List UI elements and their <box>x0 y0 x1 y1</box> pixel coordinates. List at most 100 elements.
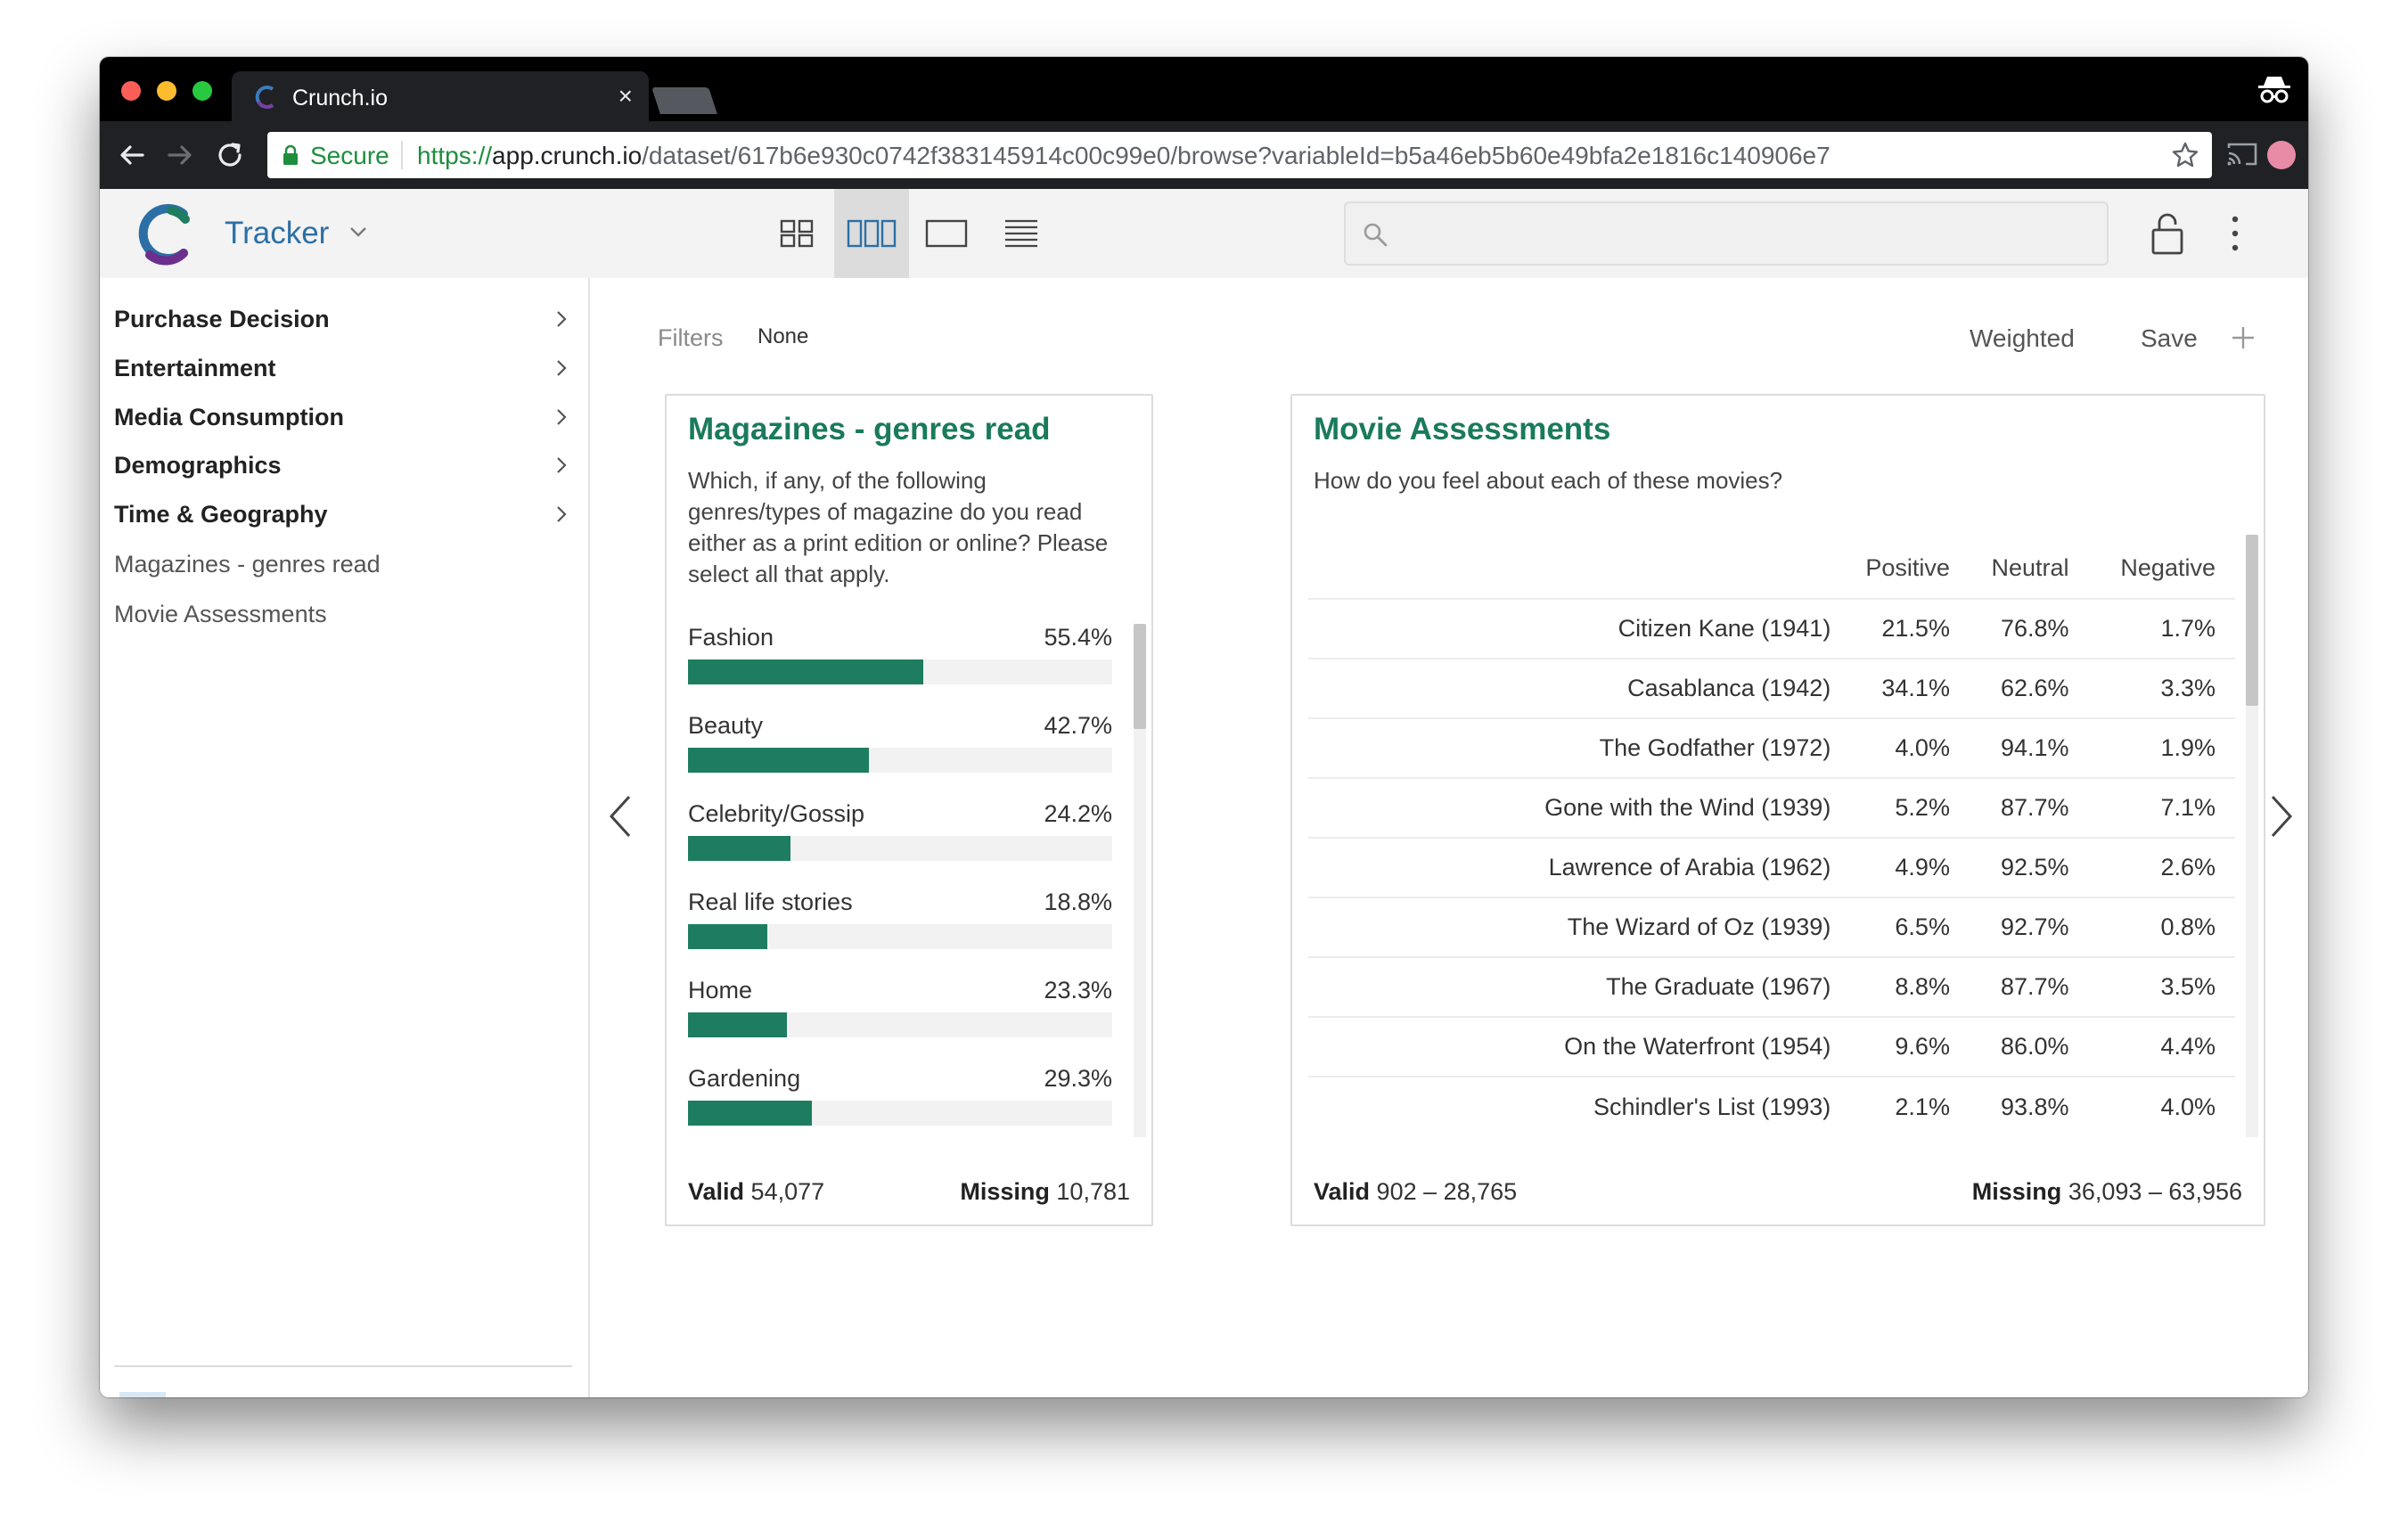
sidebar-folder-time-geography[interactable]: Time & Geography <box>114 492 569 537</box>
sidebar-folder-entertainment[interactable]: Entertainment <box>114 346 569 390</box>
table-row: The Wizard of Oz (1939) 6.5% 92.7% 0.8% <box>1308 897 2235 957</box>
movie-assessments-card[interactable]: Movie Assessments How do you feel about … <box>1290 394 2265 1226</box>
close-window-button[interactable] <box>121 81 141 101</box>
add-variable-button[interactable] <box>119 1392 166 1397</box>
single-view-button[interactable] <box>909 189 984 278</box>
neutral-cell: 62.6% <box>1969 658 2089 718</box>
cast-icon[interactable] <box>2226 141 2258 168</box>
movie-table: Positive Neutral Negative Citizen Kane (… <box>1308 538 2235 1136</box>
valid-value: 902 – 28,765 <box>1376 1178 1518 1205</box>
tab-close-icon[interactable]: × <box>618 82 633 111</box>
positive-cell: 2.1% <box>1848 1076 1970 1136</box>
card-scrollbar[interactable] <box>1134 624 1146 1137</box>
url-host: app.crunch.io <box>492 142 643 169</box>
bar-fill <box>688 659 923 684</box>
table-row: Casablanca (1942) 34.1% 62.6% 3.3% <box>1308 658 2235 718</box>
search-box[interactable] <box>1344 201 2109 266</box>
next-card-icon[interactable] <box>2265 793 2296 840</box>
scrollbar-thumb[interactable] <box>2246 535 2258 706</box>
missing-value: 36,093 – 63,956 <box>2068 1178 2242 1205</box>
grid-view-icon <box>780 219 814 248</box>
bar-fill <box>688 748 870 773</box>
bar-fill <box>688 836 791 861</box>
bar-row: Celebrity/Gossip 24.2% <box>688 800 1112 872</box>
chevron-down-icon[interactable] <box>348 221 369 242</box>
bar-fill <box>688 1012 787 1037</box>
add-icon[interactable] <box>2230 324 2256 351</box>
project-name[interactable]: Tracker <box>225 216 329 251</box>
sidebar-variable-magazines[interactable]: Magazines - genres read <box>114 542 569 586</box>
negative-cell: 3.5% <box>2088 956 2235 1017</box>
more-options-icon[interactable] <box>2226 214 2244 253</box>
search-icon <box>1364 223 1388 247</box>
incognito-icon <box>2258 77 2290 103</box>
back-icon[interactable] <box>114 137 150 173</box>
new-tab-button[interactable] <box>651 87 717 114</box>
lock-icon <box>283 144 298 165</box>
weighted-button[interactable]: Weighted <box>1970 324 2075 353</box>
maximize-window-button[interactable] <box>192 81 212 101</box>
url-omnibox[interactable]: Secure https://app.crunch.io/dataset/617… <box>267 132 2212 178</box>
card-scrollbar[interactable] <box>2246 535 2258 1137</box>
crunch-logo-icon[interactable] <box>132 201 196 266</box>
card-view-button[interactable] <box>834 189 909 278</box>
bar-value: 29.3% <box>1044 1065 1112 1092</box>
movie-name: Casablanca (1942) <box>1308 658 1849 718</box>
negative-cell: 1.7% <box>2088 598 2235 659</box>
card-title: Movie Assessments <box>1314 412 1611 446</box>
positive-cell: 6.5% <box>1848 897 1970 957</box>
forward-icon[interactable] <box>162 137 198 173</box>
table-row: Citizen Kane (1941) 21.5% 76.8% 1.7% <box>1308 598 2235 659</box>
filters-label[interactable]: Filters <box>658 324 724 352</box>
sidebar-folder-media-consumption[interactable]: Media Consumption <box>114 395 569 439</box>
filters-value[interactable]: None <box>758 324 808 349</box>
card-question: Which, if any, of the following genres/t… <box>688 467 1109 587</box>
sidebar-folder-demographics[interactable]: Demographics <box>114 443 569 487</box>
bar-row: Beauty 42.7% <box>688 712 1112 783</box>
scrollbar-thumb[interactable] <box>1134 624 1146 729</box>
single-view-icon <box>925 219 968 248</box>
sidebar-folder-purchase-decision[interactable]: Purchase Decision <box>114 297 569 341</box>
grid-view-button[interactable] <box>759 189 834 278</box>
bookmark-star-icon[interactable] <box>2171 141 2199 169</box>
bar-label: Beauty <box>688 712 764 739</box>
card-question: How do you feel about each of these movi… <box>1314 467 1783 494</box>
bar-value: 24.2% <box>1044 800 1112 827</box>
movie-name: Lawrence of Arabia (1962) <box>1308 837 1849 897</box>
chevron-right-icon <box>557 409 567 425</box>
address-bar: Secure https://app.crunch.io/dataset/617… <box>100 121 2308 189</box>
variable-sidebar: Purchase Decision Entertainment Media Co… <box>100 278 590 1397</box>
valid-count: Valid 54,077 <box>688 1178 824 1206</box>
negative-cell: 3.3% <box>2088 658 2235 718</box>
browser-window: Crunch.io × Secure https://app.crunch.io… <box>100 57 2308 1397</box>
bar-label: Fashion <box>688 624 774 651</box>
magazines-card[interactable]: Magazines - genres read Which, if any, o… <box>665 394 1153 1226</box>
sidebar-variable-movies[interactable]: Movie Assessments <box>114 592 569 636</box>
movie-name: The Wizard of Oz (1939) <box>1308 897 1849 957</box>
bar-label: Celebrity/Gossip <box>688 800 865 827</box>
chevron-right-icon <box>557 311 567 327</box>
table-view-button[interactable] <box>984 189 1059 278</box>
bar-label: Home <box>688 977 753 1003</box>
table-row: Lawrence of Arabia (1962) 4.9% 92.5% 2.6… <box>1308 837 2235 897</box>
positive-cell: 8.8% <box>1848 956 1970 1017</box>
bar-row: Fashion 55.4% <box>688 624 1112 695</box>
neutral-cell: 86.0% <box>1969 1016 2089 1077</box>
minimize-window-button[interactable] <box>157 81 176 101</box>
reload-icon[interactable] <box>212 137 248 173</box>
column-header: Positive <box>1865 554 1950 581</box>
previous-card-icon[interactable] <box>606 793 636 840</box>
save-button[interactable]: Save <box>2141 324 2198 353</box>
bar-fill <box>688 1101 813 1126</box>
bar-label: Real life stories <box>688 889 853 915</box>
bar-track <box>688 836 1112 861</box>
url-path: /dataset/617b6e930c0742f383145914c00c99e… <box>642 142 1831 169</box>
search-input[interactable] <box>1399 212 2094 255</box>
extension-icon[interactable] <box>2267 141 2296 169</box>
positive-cell: 21.5% <box>1848 598 1970 659</box>
unlock-icon[interactable] <box>2150 212 2185 255</box>
valid-label: Valid <box>1314 1178 1371 1205</box>
browser-tab[interactable]: Crunch.io × <box>232 71 649 121</box>
sidebar-divider <box>114 1365 572 1367</box>
missing-count: Missing 36,093 – 63,956 <box>1972 1178 2242 1206</box>
